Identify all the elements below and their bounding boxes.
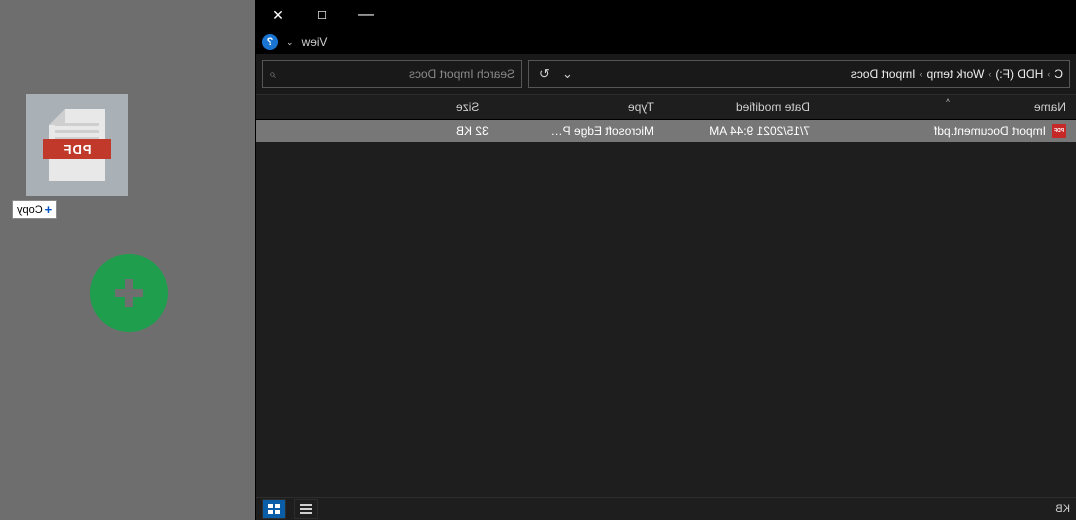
- view-details-button[interactable]: [294, 499, 318, 519]
- pdf-page-icon: PDF: [49, 109, 105, 181]
- drag-copy-label: Copy: [17, 204, 43, 216]
- file-explorer-window: — ☐ ✕ View ⌄ ? C › HDD (F:) › Work temp …: [255, 0, 1076, 520]
- crumb-importdocs[interactable]: Import Docs: [851, 67, 916, 81]
- crumb-hdd[interactable]: HDD (F:): [995, 67, 1043, 81]
- drag-copy-tooltip: + Copy: [12, 200, 57, 219]
- address-row: C › HDD (F:) › Work temp › Import Docs ⌄…: [256, 54, 1076, 94]
- refresh-icon[interactable]: ↻: [535, 66, 554, 82]
- maximize-button[interactable]: ☐: [300, 0, 344, 30]
- column-type[interactable]: Type: [534, 100, 664, 114]
- list-icon: [300, 504, 312, 514]
- column-date[interactable]: Date modified: [664, 100, 820, 114]
- search-input[interactable]: Search Import Docs ⌕: [262, 60, 522, 88]
- dragged-pdf-icon[interactable]: PDF: [26, 94, 128, 196]
- menubar: View ⌄ ?: [256, 30, 1076, 54]
- status-bar: KB: [256, 497, 1076, 520]
- pdf-file-icon: PDF: [1052, 124, 1066, 138]
- search-icon: ⌕: [269, 67, 276, 82]
- crumb-worktemp[interactable]: Work temp: [927, 67, 985, 81]
- pdf-band-label: PDF: [43, 139, 111, 159]
- file-date: 7/15/2021 9:44 AM: [709, 124, 810, 138]
- column-name-label: Name: [1034, 100, 1066, 114]
- file-row[interactable]: PDF Import Document.pdf 7/15/2021 9:44 A…: [256, 120, 1076, 142]
- address-dropdown-icon[interactable]: ⌄: [558, 66, 577, 82]
- view-icons-button[interactable]: [262, 499, 286, 519]
- sort-asc-icon: ˄: [946, 98, 950, 105]
- breadcrumb-separator-icon: ›: [988, 69, 991, 79]
- close-button[interactable]: ✕: [256, 0, 300, 30]
- plus-icon: +: [45, 202, 53, 217]
- column-name[interactable]: ˄ Name: [820, 100, 1076, 114]
- add-button[interactable]: [90, 254, 168, 332]
- crumb-c[interactable]: C: [1054, 67, 1063, 81]
- file-list[interactable]: PDF Import Document.pdf 7/15/2021 9:44 A…: [256, 120, 1076, 497]
- menu-view[interactable]: View: [302, 35, 328, 49]
- file-name: Import Document.pdf: [934, 124, 1046, 138]
- file-size: 32 KB: [456, 124, 489, 138]
- help-icon[interactable]: ?: [262, 34, 278, 50]
- titlebar[interactable]: — ☐ ✕: [256, 0, 1076, 30]
- search-placeholder: Search Import Docs: [409, 67, 515, 81]
- address-bar[interactable]: C › HDD (F:) › Work temp › Import Docs ⌄…: [528, 60, 1070, 88]
- chevron-down-icon[interactable]: ⌄: [286, 37, 294, 48]
- breadcrumb-separator-icon: ›: [920, 69, 923, 79]
- status-kb: KB: [1055, 503, 1070, 515]
- column-size[interactable]: Size: [446, 100, 534, 114]
- file-type: Microsoft Edge P…: [551, 124, 654, 138]
- columns-header: ˄ Name Date modified Type Size: [256, 94, 1076, 120]
- minimize-button[interactable]: —: [344, 0, 388, 30]
- grid-icon: [268, 504, 280, 514]
- breadcrumb-separator-icon: ›: [1047, 69, 1050, 79]
